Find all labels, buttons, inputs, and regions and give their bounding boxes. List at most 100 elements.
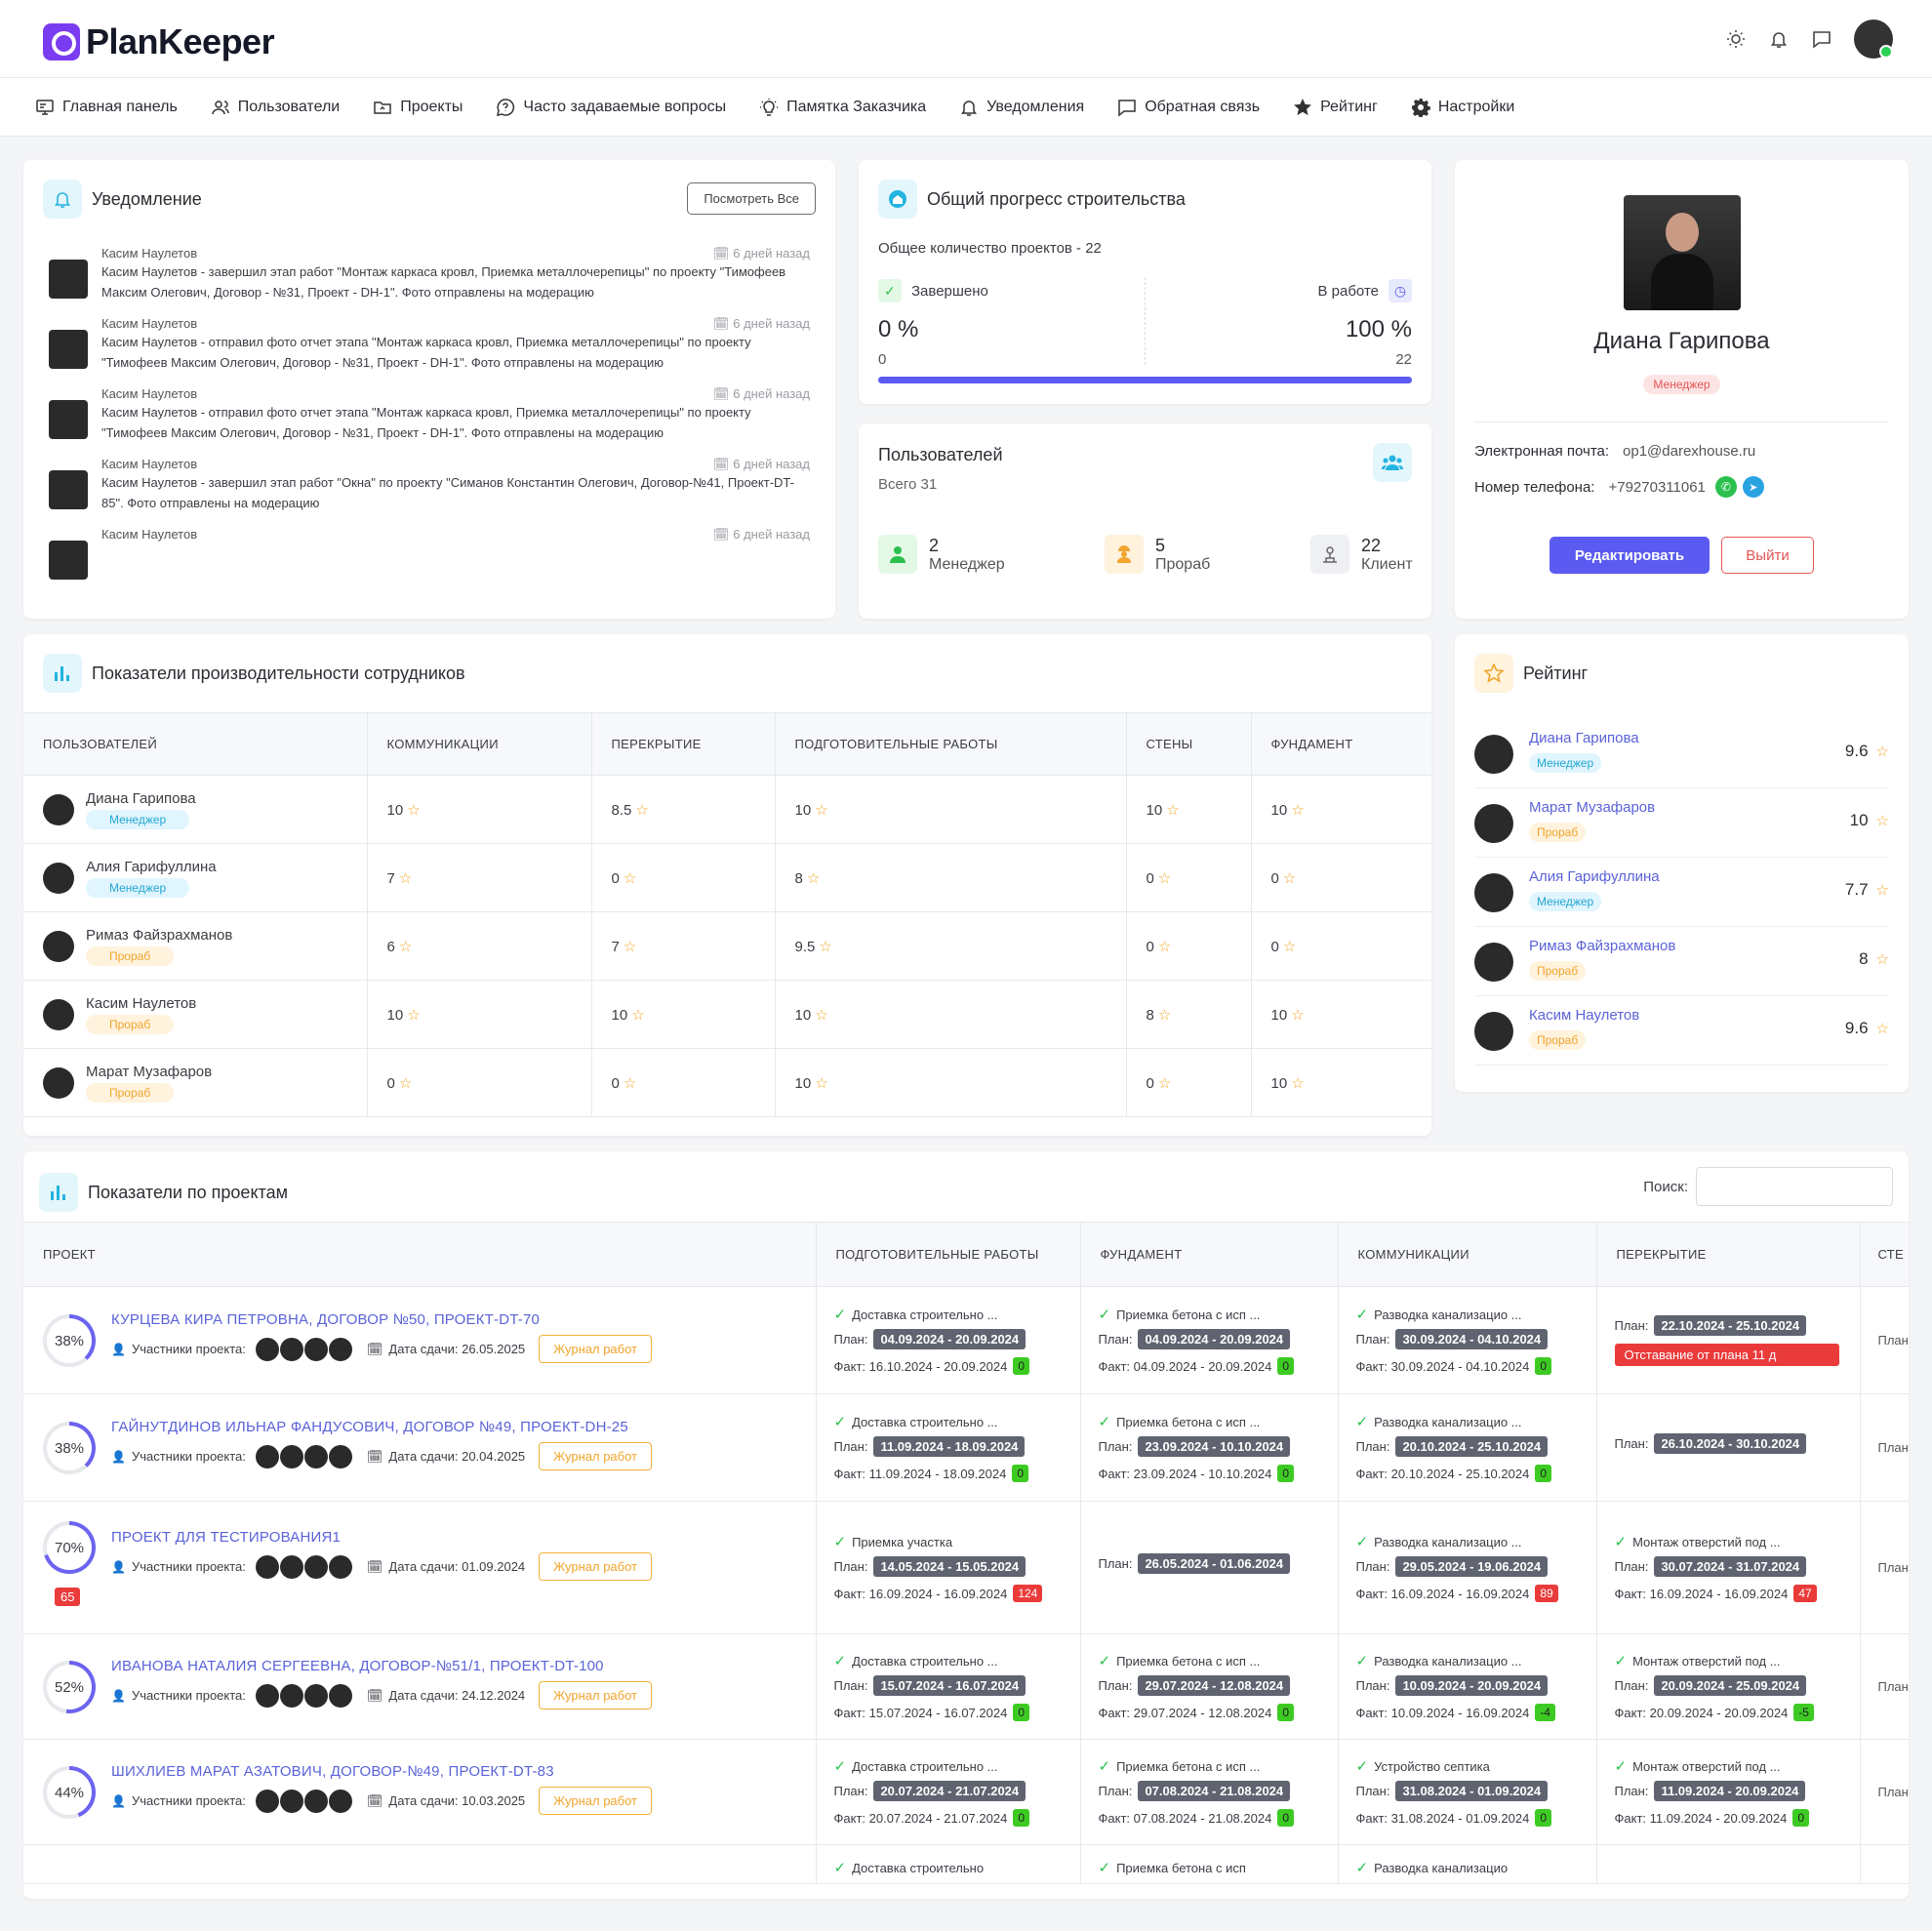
whatsapp-icon[interactable]: ✆: [1714, 476, 1737, 498]
bell-icon[interactable]: [1768, 28, 1790, 50]
avatar[interactable]: [255, 1683, 279, 1708]
column-header[interactable]: ПЕРЕКРЫТИЕ: [1595, 1222, 1860, 1287]
project-name[interactable]: ИВАНОВА НАТАЛИЯ СЕРГЕЕВНА, ДОГОВОР-№51/1…: [111, 1658, 604, 1674]
email-value[interactable]: op1@darexhouse.ru: [1623, 443, 1755, 460]
avatar[interactable]: [328, 1337, 352, 1361]
notification-text[interactable]: Касим Наулетов - завершил этап работ "Ок…: [101, 472, 810, 513]
search-input[interactable]: [1696, 1167, 1893, 1206]
stage-title[interactable]: Доставка строительно ...: [852, 1307, 997, 1322]
work-journal-button[interactable]: Журнал работ: [539, 1787, 653, 1815]
nav-settings[interactable]: Настройки: [1411, 98, 1514, 117]
column-header[interactable]: ПОДГОТОВИТЕЛЬНЫЕ РАБОТЫ: [774, 712, 1126, 776]
user-name[interactable]: Алия Гарифуллина: [86, 859, 217, 875]
rating-user-name[interactable]: Марат Музафаров: [1529, 799, 1655, 816]
avatar[interactable]: [328, 1789, 352, 1813]
avatar[interactable]: [303, 1683, 328, 1708]
project-name[interactable]: ПРОЕКТ ДЛЯ ТЕСТИРОВАНИЯ1: [111, 1529, 341, 1546]
avatar[interactable]: [255, 1789, 279, 1813]
stage-title[interactable]: Монтаж отверстий под ...: [1632, 1535, 1780, 1549]
rating-user-name[interactable]: Алия Гарифуллина: [1529, 868, 1660, 885]
nav-notifications[interactable]: Уведомления: [959, 98, 1084, 117]
column-header[interactable]: ФУНДАМЕНТ: [1079, 1222, 1338, 1287]
avatar[interactable]: [328, 1683, 352, 1708]
avatar[interactable]: [255, 1554, 279, 1579]
stage-title[interactable]: Доставка строительно: [852, 1861, 984, 1875]
project-name[interactable]: ШИХЛИЕВ МАРАТ АЗАТОВИЧ, ДОГОВОР-№49, ПРО…: [111, 1763, 554, 1780]
user-name[interactable]: Диана Гарипова: [86, 790, 196, 807]
stage-title[interactable]: Доставка строительно ...: [852, 1654, 997, 1669]
avatar[interactable]: [279, 1683, 303, 1708]
notification-text[interactable]: Касим Наулетов - отправил фото отчет эта…: [101, 332, 810, 373]
work-journal-button[interactable]: Журнал работ: [539, 1442, 653, 1470]
user-avatar[interactable]: [1854, 20, 1893, 59]
delay-days: 0: [1792, 1809, 1810, 1827]
nav-feedback[interactable]: Обратная связь: [1117, 98, 1260, 117]
telegram-icon[interactable]: ➤: [1742, 476, 1764, 498]
notification-text[interactable]: Касим Наулетов - завершил этап работ "Мо…: [101, 261, 810, 302]
avatar[interactable]: [279, 1554, 303, 1579]
user-name[interactable]: Марат Музафаров: [86, 1064, 212, 1080]
notification-text[interactable]: Касим Наулетов - отправил фото отчет эта…: [101, 402, 810, 443]
stage-title[interactable]: Разводка канализацио: [1374, 1861, 1508, 1875]
nav-rating[interactable]: Рейтинг: [1293, 98, 1378, 117]
column-header[interactable]: КОММУНИКАЦИИ: [366, 712, 591, 776]
avatar[interactable]: [303, 1554, 328, 1579]
rating-user-name[interactable]: Диана Гарипова: [1529, 730, 1639, 746]
column-header[interactable]: КОММУНИКАЦИИ: [1337, 1222, 1596, 1287]
avatar[interactable]: [303, 1337, 328, 1361]
phone-value[interactable]: +79270311061: [1608, 479, 1705, 496]
nav-faq[interactable]: Часто задаваемые вопросы: [496, 98, 726, 117]
column-header[interactable]: ПЕРЕКРЫТИЕ: [590, 712, 775, 776]
column-header[interactable]: ФУНДАМЕНТ: [1250, 712, 1431, 776]
nav-users[interactable]: Пользователи: [211, 98, 340, 117]
column-header[interactable]: ПОЛЬЗОВАТЕЛЕЙ: [23, 712, 367, 776]
avatar[interactable]: [279, 1337, 303, 1361]
rating-user-name[interactable]: Касим Наулетов: [1529, 1007, 1639, 1024]
avatar[interactable]: [328, 1444, 352, 1468]
stage-title[interactable]: Монтаж отверстий под ...: [1632, 1654, 1780, 1669]
nav-projects[interactable]: Проекты: [373, 98, 463, 117]
avatar[interactable]: [255, 1444, 279, 1468]
avatar[interactable]: [328, 1554, 352, 1579]
project-name[interactable]: КУРЦЕВА КИРА ПЕТРОВНА, ДОГОВОР №50, ПРОЕ…: [111, 1311, 540, 1328]
stage-title[interactable]: Приемка бетона с исп: [1116, 1861, 1246, 1875]
user-name[interactable]: Касим Наулетов: [86, 995, 196, 1012]
avatar[interactable]: [255, 1337, 279, 1361]
nav-customer-memo[interactable]: Памятка Заказчика: [759, 98, 926, 117]
avatar[interactable]: [303, 1444, 328, 1468]
theme-toggle-icon[interactable]: [1725, 28, 1747, 50]
work-journal-button[interactable]: Журнал работ: [539, 1552, 653, 1581]
stage-title[interactable]: Доставка строительно ...: [852, 1759, 997, 1774]
stage-title[interactable]: Разводка канализацио ...: [1374, 1654, 1521, 1669]
avatar[interactable]: [279, 1444, 303, 1468]
stage-title[interactable]: Доставка строительно ...: [852, 1415, 997, 1429]
stage-title[interactable]: Приемка бетона с исп ...: [1116, 1415, 1260, 1429]
column-header[interactable]: СТЕНЫ: [1125, 712, 1251, 776]
stage-title[interactable]: Приемка бетона с исп ...: [1116, 1654, 1260, 1669]
work-journal-button[interactable]: Журнал работ: [539, 1681, 653, 1710]
column-header[interactable]: СТЕ: [1859, 1222, 1909, 1287]
work-journal-button[interactable]: Журнал работ: [539, 1335, 653, 1363]
stage-title[interactable]: Разводка канализацио ...: [1374, 1535, 1521, 1549]
rating-user-name[interactable]: Римаз Файзрахманов: [1529, 938, 1675, 954]
nav-dashboard[interactable]: Главная панель: [35, 98, 178, 117]
stage-title[interactable]: Устройство септика: [1374, 1759, 1490, 1774]
edit-profile-button[interactable]: Редактировать: [1550, 537, 1710, 574]
stage-title[interactable]: Разводка канализацио ...: [1374, 1415, 1521, 1429]
chat-icon[interactable]: [1811, 28, 1832, 50]
view-all-button[interactable]: Посмотреть Все: [687, 182, 816, 215]
avatar[interactable]: [303, 1789, 328, 1813]
stage-title[interactable]: Разводка канализацио ...: [1374, 1307, 1521, 1322]
user-name[interactable]: Римаз Файзрахманов: [86, 927, 232, 944]
stage-title[interactable]: Монтаж отверстий под ...: [1632, 1759, 1780, 1774]
column-header[interactable]: ПРОЕКТ: [23, 1222, 816, 1287]
stage-title[interactable]: Приемка бетона с исп ...: [1116, 1307, 1260, 1322]
logo[interactable]: PlanKeeper: [43, 21, 275, 62]
stage-title[interactable]: Приемка участка: [852, 1535, 952, 1549]
column-header[interactable]: ПОДГОТОВИТЕЛЬНЫЕ РАБОТЫ: [815, 1222, 1080, 1287]
stage-title[interactable]: Приемка бетона с исп ...: [1116, 1759, 1260, 1774]
avatar[interactable]: [279, 1789, 303, 1813]
rating-row: Марат Музафаров Прораб 10 ☆: [1474, 789, 1889, 858]
logout-button[interactable]: Выйти: [1721, 537, 1814, 574]
project-name[interactable]: ГАЙНУТДИНОВ ИЛЬНАР ФАНДУСОВИЧ, ДОГОВОР №…: [111, 1419, 628, 1435]
